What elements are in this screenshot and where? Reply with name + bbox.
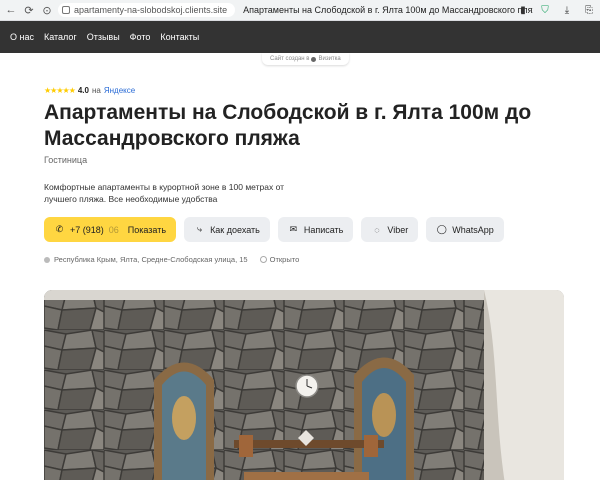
nav-reviews[interactable]: Отзывы (87, 32, 120, 42)
site-navigation: О нас Каталог Отзывы Фото Контакты (0, 21, 600, 53)
site-info-icon[interactable]: ⊙ (40, 3, 54, 17)
rating: ★★★★★ 4.0 на Яндексе (44, 86, 135, 95)
reload-icon[interactable]: ⟳ (22, 3, 36, 17)
nav-photo[interactable]: Фото (130, 32, 151, 42)
envelope-icon: ✉ (289, 224, 298, 234)
viber-icon: ◌ (374, 224, 380, 235)
nav-contacts[interactable]: Контакты (160, 32, 199, 42)
phone-icon: ✆ (55, 224, 64, 234)
created-brand: Визитка (318, 56, 341, 62)
tab-title: Апартаменты на Слободской в г. Ялта 100м… (243, 5, 533, 15)
open-status: Открыто (259, 255, 300, 264)
whatsapp-icon: ◯ (436, 224, 447, 234)
phone-show-label: Показать (127, 224, 167, 235)
bookmark-icon[interactable]: ▮ (516, 3, 530, 17)
nav-about[interactable]: О нас (10, 32, 34, 42)
translate-icon[interactable]: ⎘ (582, 3, 596, 17)
browser-toolbar: ← ⟳ ⊙ apartamenty-na-slobodskoj.clients.… (0, 0, 600, 21)
apartment-photo[interactable] (44, 290, 564, 480)
star-rating-icon: ★★★★★ (44, 86, 76, 95)
write-button[interactable]: ✉ Написать (277, 217, 354, 242)
address-bar[interactable]: apartamenty-na-slobodskoj.clients.site (58, 3, 236, 17)
viber-label: Viber (387, 224, 409, 235)
business-type: Гостиница (44, 155, 88, 165)
lock-icon (62, 6, 70, 14)
phone-prefix: +7 (918) (70, 224, 104, 235)
phone-button[interactable]: ✆ +7 (918) 06 Показать (44, 217, 177, 242)
created-text: Сайт создан в (270, 56, 310, 62)
rating-source-link[interactable]: Яндексе (104, 86, 135, 95)
phone-mask: 06 (108, 224, 119, 235)
whatsapp-label: WhatsApp (452, 224, 494, 235)
address-line: Республика Крым, Ялта, Средне-Слободская… (44, 255, 299, 264)
url-text: apartamenty-na-slobodskoj.clients.site (74, 5, 228, 15)
whatsapp-button[interactable]: ◯ WhatsApp (426, 217, 504, 242)
shield-icon[interactable]: ⛉ (538, 3, 552, 17)
address-text[interactable]: Республика Крым, Ялта, Средне-Слободская… (54, 255, 248, 264)
clock-icon (259, 256, 267, 263)
vizitka-logo-icon (311, 56, 317, 62)
open-status-text: Открыто (269, 255, 300, 264)
photo-illustration (44, 290, 564, 480)
route-button[interactable]: ⤷ Как доехать (184, 217, 270, 242)
nav-catalog[interactable]: Каталог (44, 32, 77, 42)
viber-button[interactable]: ◌ Viber (361, 217, 419, 242)
created-badge[interactable]: Сайт создан в Визитка (262, 53, 349, 65)
business-description: Комфортные апартаменты в курортной зоне … (44, 182, 285, 204)
location-pin-icon (44, 256, 50, 263)
write-label: Написать (303, 224, 344, 235)
action-buttons: ✆ +7 (918) 06 Показать ⤷ Как доехать ✉ На… (44, 217, 504, 242)
route-icon: ⤷ (197, 224, 203, 234)
rating-on-label: на (91, 86, 101, 95)
download-icon[interactable]: ⤓ (560, 3, 574, 17)
back-icon[interactable]: ← (4, 3, 18, 17)
rating-value: 4.0 (77, 86, 89, 95)
page-title: Апартаменты на Слободской в г. Ялта 100м… (44, 101, 532, 150)
route-label: Как доехать (210, 224, 260, 235)
